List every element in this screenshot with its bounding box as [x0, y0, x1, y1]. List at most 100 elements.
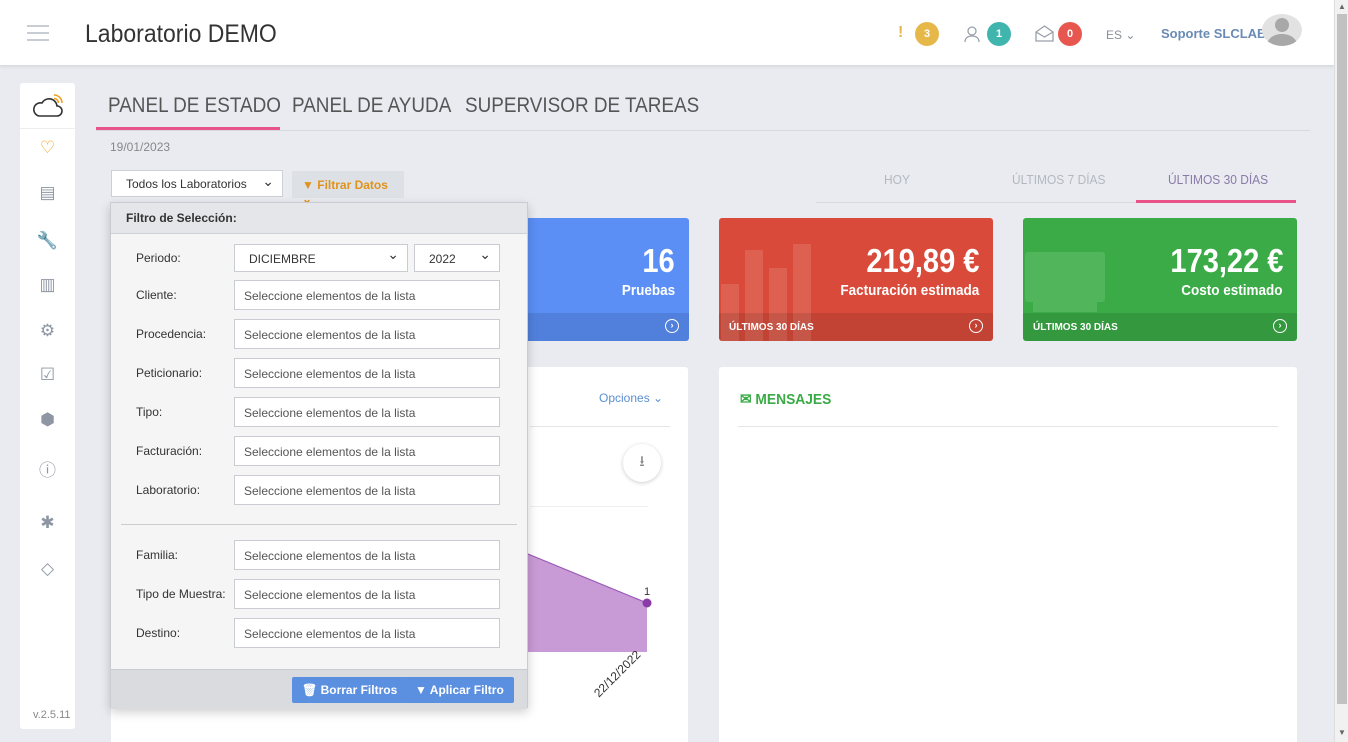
chart-header-divider: [530, 426, 670, 427]
cloud-icon[interactable]: [20, 83, 75, 129]
filter-dropdown: Filtro de Selección: Periodo: DICIEMBRE …: [110, 202, 528, 709]
options-label: Opciones: [599, 391, 650, 405]
users-icon[interactable]: [964, 25, 982, 43]
filter-icon: ▼: [415, 683, 427, 697]
tipo-muestra-label: Tipo de Muestra:: [136, 587, 226, 601]
scrollbar[interactable]: ▲ ▼: [1334, 0, 1348, 742]
card-facturacion: 219,89 € Facturación estimada ÚLTIMOS 30…: [719, 218, 993, 341]
card-costo-value: 173,22 €: [1169, 242, 1283, 279]
tab-supervisor-tareas[interactable]: SUPERVISOR DE TAREAS: [465, 94, 699, 118]
period-tab-today[interactable]: HOY: [884, 172, 910, 187]
arrow-right-icon[interactable]: ›: [665, 319, 679, 333]
messages-title-text: MENSAJES: [755, 391, 832, 408]
card-facturacion-period: ÚLTIMOS 30 DÍAS: [729, 322, 814, 333]
month-select[interactable]: DICIEMBRE: [234, 244, 408, 272]
filter-icon: ▼: [302, 178, 314, 192]
mail-icon[interactable]: [1035, 25, 1054, 42]
period-active-indicator: [1136, 200, 1296, 203]
avatar[interactable]: [1262, 14, 1302, 46]
familia-label: Familia:: [136, 548, 179, 562]
diamond-icon[interactable]: ◇: [20, 559, 75, 579]
procedencia-input[interactable]: Seleccione elementos de la lista: [234, 319, 500, 349]
clear-filters-label: Borrar Filtros: [320, 683, 398, 697]
tipo-muestra-input[interactable]: Seleccione elementos de la lista: [234, 579, 500, 609]
card-pruebas-value: 16: [642, 242, 675, 279]
cliente-label: Cliente:: [136, 288, 177, 302]
tabs-divider: [96, 130, 1310, 131]
apply-filter-button[interactable]: ▼ Aplicar Filtro: [405, 677, 514, 703]
apply-filter-label: Aplicar Filtro: [429, 683, 504, 697]
envelope-icon: ✉: [740, 391, 752, 408]
card-facturacion-footer[interactable]: ÚLTIMOS 30 DÍAS ›: [719, 313, 993, 341]
peticionario-label: Peticionario:: [136, 366, 203, 380]
area-chart: [528, 553, 652, 652]
heart-icon[interactable]: ♡: [20, 138, 75, 158]
options-dropdown[interactable]: Opciones ⌄: [599, 391, 663, 405]
alert-icon[interactable]: !: [898, 24, 903, 42]
tab-panel-ayuda[interactable]: PANEL DE AYUDA: [292, 94, 451, 118]
top-bar: Laboratorio DEMO ! 3 1 0 ES ⌄ Soporte SL…: [0, 0, 1334, 66]
box-icon[interactable]: ⬢: [20, 410, 75, 430]
users-badge[interactable]: 1: [987, 22, 1011, 46]
facturacion-input[interactable]: Seleccione elementos de la lista: [234, 436, 500, 466]
filter-footer: 🗑 Borrar Filtros ▼ Aplicar Filtro: [111, 669, 527, 709]
chart-point[interactable]: [642, 598, 652, 608]
clear-filters-button[interactable]: 🗑 Borrar Filtros: [292, 677, 408, 703]
period-tab-7-days[interactable]: ÚLTIMOS 7 DÍAS: [1012, 172, 1105, 187]
filter-data-label: Filtrar Datos: [317, 178, 388, 192]
destino-input[interactable]: Seleccione elementos de la lista: [234, 618, 500, 648]
laboratorio-label: Laboratorio:: [136, 483, 201, 497]
messages-title: ✉ MENSAJES: [740, 390, 831, 408]
laboratorio-input[interactable]: Seleccione elementos de la lista: [234, 475, 500, 505]
mail-badge[interactable]: 0: [1058, 22, 1082, 46]
app-title: Laboratorio DEMO: [85, 20, 277, 48]
card-costo-label: Costo estimado: [1181, 282, 1283, 299]
tipo-input[interactable]: Seleccione elementos de la lista: [234, 397, 500, 427]
card-costo: 173,22 € Costo estimado ÚLTIMOS 30 DÍAS ›: [1023, 218, 1297, 341]
sidebar: ♡ ▤ 🔧 ▥ ⚙ ☑ ⬢ ⓘ ✱ ◇: [20, 83, 75, 729]
messages-panel: [719, 367, 1297, 742]
arrow-right-icon[interactable]: ›: [1273, 319, 1287, 333]
trash-icon: 🗑: [302, 683, 318, 697]
menu-icon[interactable]: [27, 25, 49, 41]
period-tab-30-days[interactable]: ÚLTIMOS 30 DÍAS: [1168, 172, 1268, 187]
bar-chart-icon[interactable]: ▥: [20, 275, 75, 295]
lab-select[interactable]: Todos los Laboratorios: [111, 170, 283, 197]
chart-gridline: [530, 506, 648, 507]
active-tab-indicator: [96, 127, 280, 130]
news-icon[interactable]: ▤: [20, 183, 75, 203]
destino-label: Destino:: [136, 626, 181, 640]
chart-point-label: 1: [644, 586, 651, 598]
periodo-label: Periodo:: [136, 251, 181, 265]
tipo-label: Tipo:: [136, 405, 163, 419]
alerts-badge[interactable]: 3: [915, 22, 939, 46]
current-date: 19/01/2023: [110, 140, 171, 154]
area-chart-fill: [528, 554, 647, 652]
filter-title: Filtro de Selección:: [111, 203, 527, 234]
download-icon[interactable]: ⭳: [623, 444, 661, 482]
facturacion-label: Facturación:: [136, 444, 203, 458]
wrench-icon[interactable]: 🔧: [20, 231, 75, 251]
bug-icon[interactable]: ✱: [20, 513, 75, 533]
calendar-check-icon[interactable]: ☑: [20, 365, 75, 385]
familia-input[interactable]: Seleccione elementos de la lista: [234, 540, 500, 570]
procedencia-label: Procedencia:: [136, 327, 207, 341]
year-select[interactable]: 2022: [414, 244, 500, 272]
help-icon[interactable]: ⓘ: [20, 456, 75, 481]
tab-panel-estado[interactable]: PANEL DE ESTADO: [108, 94, 281, 118]
version-label: v.2.5.11: [33, 709, 71, 721]
card-facturacion-value: 219,89 €: [865, 242, 979, 279]
arrow-right-icon[interactable]: ›: [969, 319, 983, 333]
filter-data-button[interactable]: ▼ Filtrar Datos ⌄: [292, 171, 404, 206]
card-costo-footer[interactable]: ÚLTIMOS 30 DÍAS ›: [1023, 313, 1297, 341]
language-select[interactable]: ES ⌄: [1106, 28, 1135, 42]
messages-divider: [738, 426, 1278, 427]
cliente-input[interactable]: Seleccione elementos de la lista: [234, 280, 500, 310]
filter-divider: [121, 524, 517, 525]
user-name[interactable]: Soporte SLCLAB: [1161, 26, 1266, 41]
card-facturacion-label: Facturación estimada: [840, 282, 979, 299]
gear-icon[interactable]: ⚙: [20, 321, 75, 341]
card-costo-period: ÚLTIMOS 30 DÍAS: [1033, 322, 1118, 333]
peticionario-input[interactable]: Seleccione elementos de la lista: [234, 358, 500, 388]
card-pruebas-label: Pruebas: [621, 282, 675, 299]
